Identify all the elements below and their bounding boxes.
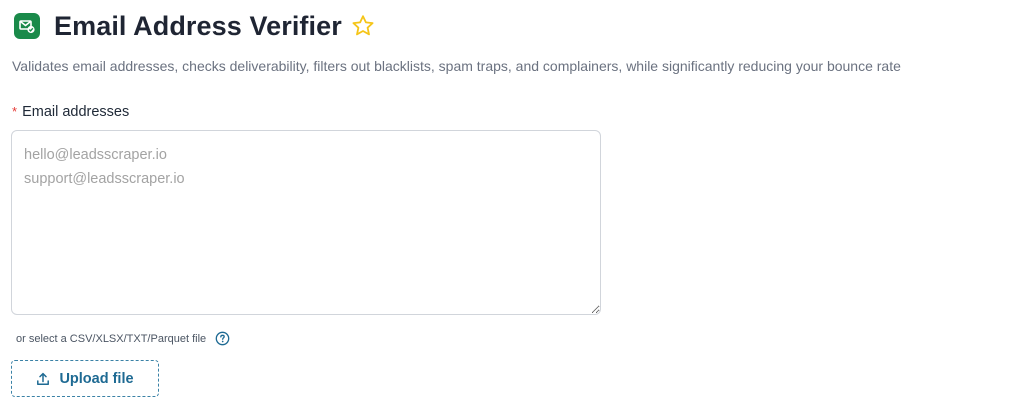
email-addresses-input[interactable] [11, 130, 601, 315]
question-circle-icon[interactable] [215, 331, 230, 346]
page-header: Email Address Verifier [14, 10, 375, 42]
envelope-check-icon [14, 13, 40, 39]
page-description: Validates email addresses, checks delive… [12, 58, 901, 74]
file-hint-text: or select a CSV/XLSX/TXT/Parquet file [16, 332, 207, 345]
required-marker: * [12, 104, 18, 119]
upload-file-button[interactable]: Upload file [11, 360, 159, 397]
star-outline-icon[interactable] [351, 14, 375, 38]
upload-file-label: Upload file [59, 370, 134, 387]
email-addresses-label-text: Email addresses [22, 104, 130, 120]
upload-icon [36, 372, 50, 386]
email-addresses-label: * Email addresses [12, 104, 129, 120]
file-hint: or select a CSV/XLSX/TXT/Parquet file [16, 331, 230, 346]
page-title: Email Address Verifier [54, 10, 342, 41]
